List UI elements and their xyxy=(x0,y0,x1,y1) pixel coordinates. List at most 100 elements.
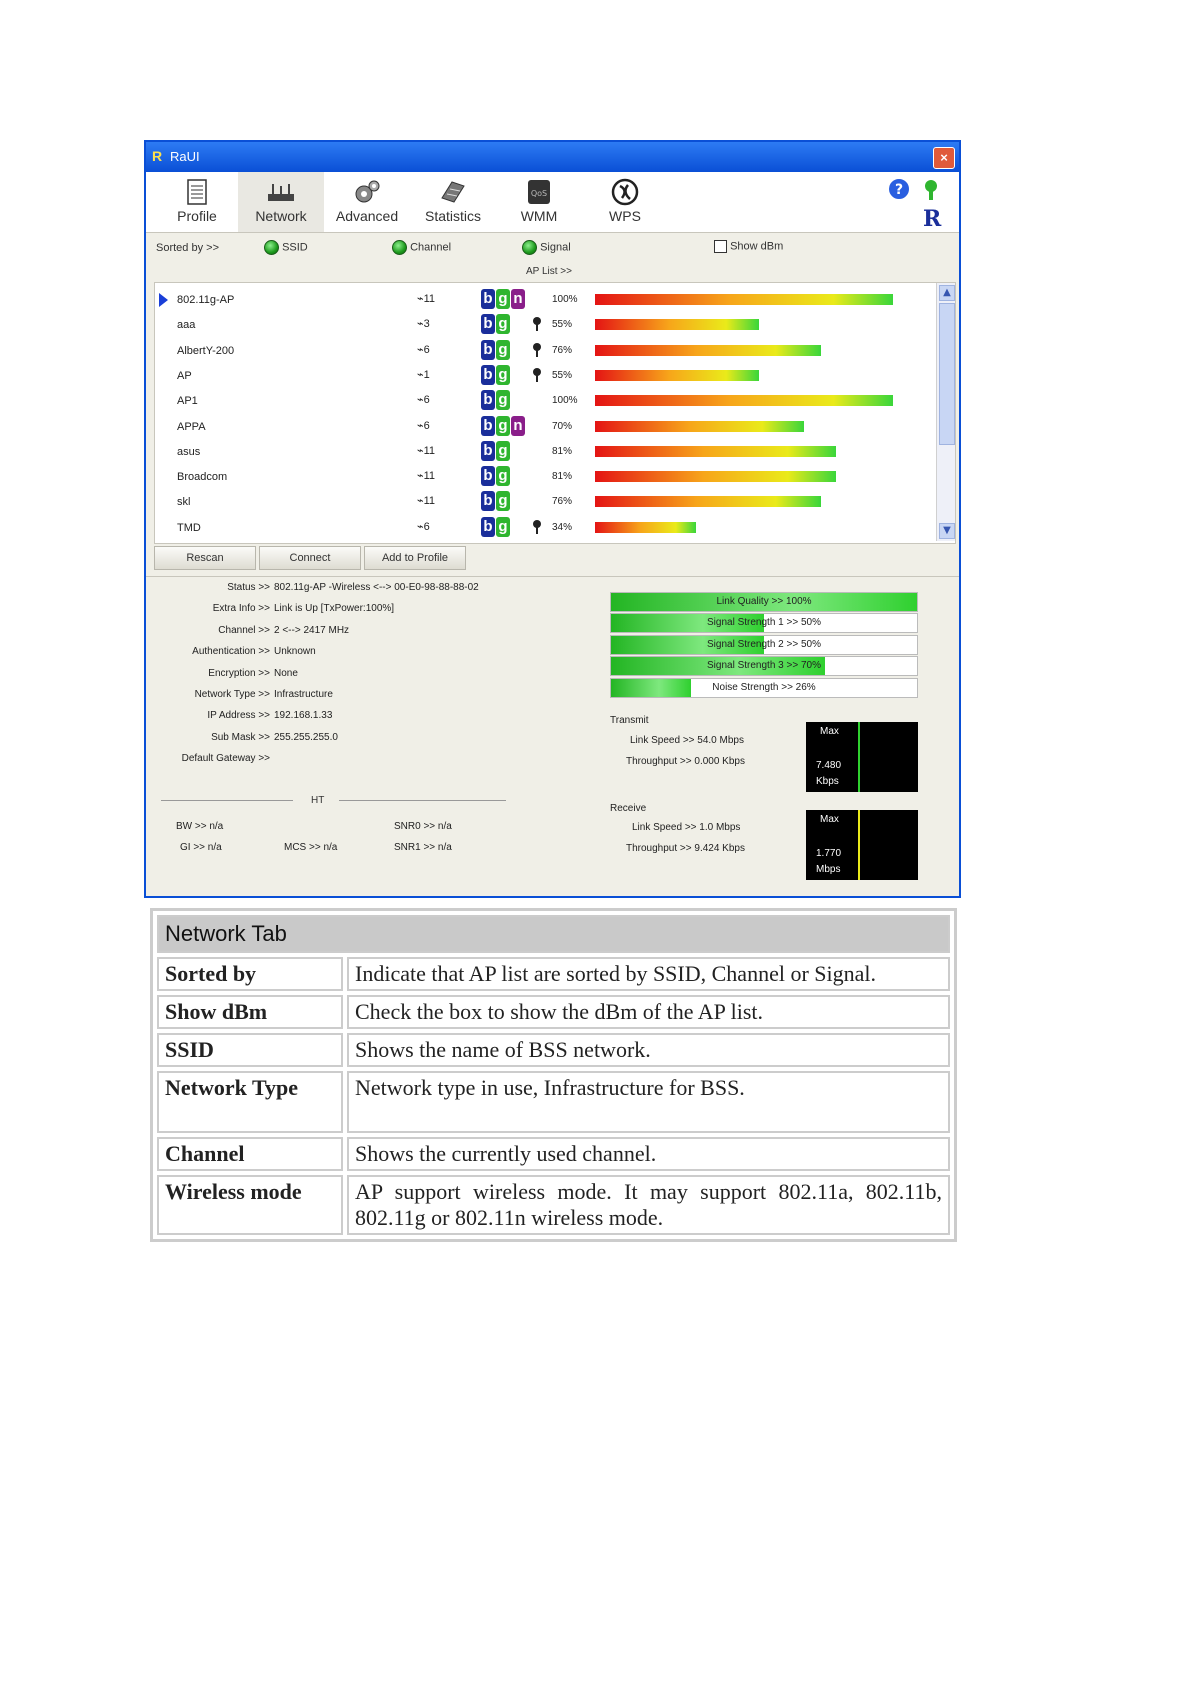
ap-signal-percent: 70% xyxy=(552,420,573,432)
ap-signal-percent: 100% xyxy=(552,395,578,407)
tab-label: Profile xyxy=(177,208,217,224)
signal-bar xyxy=(595,471,837,483)
sort-signal-radio[interactable]: Signal xyxy=(522,240,571,255)
ap-ssid: AP1 xyxy=(177,395,198,408)
network-tab-table: Network Tab Sorted by Indicate that AP li… xyxy=(150,908,957,1242)
ap-channel: ⌁1 xyxy=(417,368,430,381)
ap-row[interactable]: AlbertY-200 ⌁6 b g 76% xyxy=(155,338,935,363)
ht-bw: BW >> n/a xyxy=(176,821,224,832)
mode-b-icon: b xyxy=(481,314,495,335)
tab-wmm[interactable]: QoS WMM xyxy=(496,172,582,232)
wireless-mode-badges: bg xyxy=(481,516,511,537)
app-logo-icon: R xyxy=(152,148,163,164)
transmit-link-speed: Link Speed >> 54.0 Mbps xyxy=(630,735,744,746)
ap-channel: ⌁11 xyxy=(417,444,436,457)
signal-bar xyxy=(595,344,822,356)
channel-icon: ⌁ xyxy=(417,520,424,533)
scroll-thumb[interactable] xyxy=(939,303,955,445)
tab-statistics[interactable]: Statistics xyxy=(410,172,496,232)
meter-label: Link Quality >> 100% xyxy=(716,596,812,607)
ap-list-scrollbar[interactable]: ▲ ▼ xyxy=(936,283,955,541)
ap-row[interactable]: AP1 ⌁6 b g 100% xyxy=(155,388,935,413)
profile-icon xyxy=(187,179,207,205)
row-key: Channel xyxy=(157,1137,343,1171)
mode-g-icon: g xyxy=(496,415,510,436)
ap-row[interactable]: AP ⌁1 b g 55% xyxy=(155,363,935,388)
mode-b-icon: b xyxy=(481,516,495,537)
wps-icon xyxy=(611,178,639,206)
add-to-profile-button[interactable]: Add to Profile xyxy=(364,546,466,570)
info-key: Network Type >> xyxy=(194,689,270,700)
tab-wps[interactable]: WPS xyxy=(582,172,668,232)
tab-profile[interactable]: Profile xyxy=(154,172,240,232)
lock-icon xyxy=(533,342,541,357)
tab-label: Network xyxy=(255,208,307,224)
show-dbm-checkbox[interactable]: Show dBm xyxy=(714,240,783,253)
ap-list[interactable]: 802.11g-AP ⌁11 b g n 100% aaa ⌁3 b g 55% AlbertY-20… xyxy=(154,282,956,544)
ap-row[interactable]: Broadcom ⌁11 b g 81% xyxy=(155,464,935,489)
ap-ssid: skl xyxy=(177,496,191,509)
svg-text:?: ? xyxy=(895,182,903,198)
ht-snr1: SNR1 >> n/a xyxy=(394,842,452,853)
info-value: 192.168.1.33 xyxy=(274,710,333,722)
brand-logo-icon: R xyxy=(923,206,942,230)
tab-label: WMM xyxy=(520,208,558,224)
tab-label: Advanced xyxy=(335,208,399,224)
info-key: Default Gateway >> xyxy=(181,753,270,765)
connect-button[interactable]: Connect xyxy=(259,546,361,570)
sort-ssid-radio[interactable]: SSID xyxy=(264,240,308,255)
info-row: Network Type >> Infrastructure xyxy=(156,689,616,705)
help-icon[interactable]: ? xyxy=(887,177,911,201)
info-key: IP Address >> xyxy=(207,710,270,722)
info-row: Default Gateway >> xyxy=(156,753,616,769)
mode-g-icon: g xyxy=(496,289,510,309)
ht-gi: GI >> n/a xyxy=(180,842,222,853)
rescan-button[interactable]: Rescan xyxy=(154,546,256,570)
ap-row[interactable]: asus ⌁11 b g 81% xyxy=(155,439,935,464)
signal-bar xyxy=(595,496,822,508)
info-row: Authentication >> Unknown xyxy=(156,646,616,662)
selected-arrow-icon xyxy=(159,293,168,307)
info-value: Link is Up [TxPower:100%] xyxy=(274,603,395,615)
row-key: Wireless mode xyxy=(157,1175,343,1235)
ap-ssid: aaa xyxy=(177,319,196,332)
ap-signal-percent: 76% xyxy=(552,344,573,356)
wireless-mode-badges: bg xyxy=(481,339,511,360)
scroll-up-icon[interactable]: ▲ xyxy=(939,285,955,301)
title-bar[interactable]: R RaUI × xyxy=(146,142,959,172)
close-button[interactable]: × xyxy=(933,147,955,169)
ap-channel: ⌁6 xyxy=(417,343,430,356)
channel-icon: ⌁ xyxy=(417,394,424,407)
channel-icon: ⌁ xyxy=(417,318,424,331)
info-key: Sub Mask >> xyxy=(211,731,270,743)
ap-channel: ⌁11 xyxy=(417,293,436,305)
ht-title: HT xyxy=(311,795,325,806)
info-value: 802.11g-AP -Wireless <--> 00-E0-98-88-88… xyxy=(274,582,479,593)
tab-advanced[interactable]: Advanced xyxy=(324,172,410,232)
lock-icon xyxy=(533,519,541,534)
ap-signal-percent: 55% xyxy=(552,369,573,381)
scroll-down-icon[interactable]: ▼ xyxy=(939,523,955,539)
sorted-by-label: Sorted by >> xyxy=(156,242,219,254)
ap-row[interactable]: TMD ⌁6 b g 34% xyxy=(155,515,935,540)
wireless-mode-badges: bg xyxy=(481,491,511,512)
row-key: Show dBm xyxy=(157,995,343,1029)
transmit-unit: Kbps xyxy=(816,776,839,787)
ap-row[interactable]: aaa ⌁3 b g 55% xyxy=(155,312,935,337)
ap-row[interactable]: 802.11g-AP ⌁11 b g n 100% xyxy=(155,287,935,312)
mode-b-icon: b xyxy=(481,440,495,461)
ap-row[interactable]: skl ⌁11 b g 76% xyxy=(155,489,935,514)
channel-icon: ⌁ xyxy=(417,419,424,432)
tab-label: WPS xyxy=(609,208,641,224)
signal-meter: Noise Strength >> 26% xyxy=(610,677,918,698)
tab-network[interactable]: Network xyxy=(238,172,324,232)
sort-channel-radio[interactable]: Channel xyxy=(392,240,451,255)
ht-mcs: MCS >> n/a xyxy=(284,842,338,853)
info-value: None xyxy=(274,667,298,679)
ap-button-row: Rescan Connect Add to Profile xyxy=(154,546,469,570)
ap-row[interactable]: APPA ⌁6 b g n 70% xyxy=(155,414,935,439)
sort-row: Sorted by >> SSID Channel Signal Show dB… xyxy=(146,238,959,260)
signal-bar xyxy=(595,521,697,533)
ap-ssid: asus xyxy=(177,445,201,458)
wmm-icon: QoS xyxy=(528,180,550,204)
